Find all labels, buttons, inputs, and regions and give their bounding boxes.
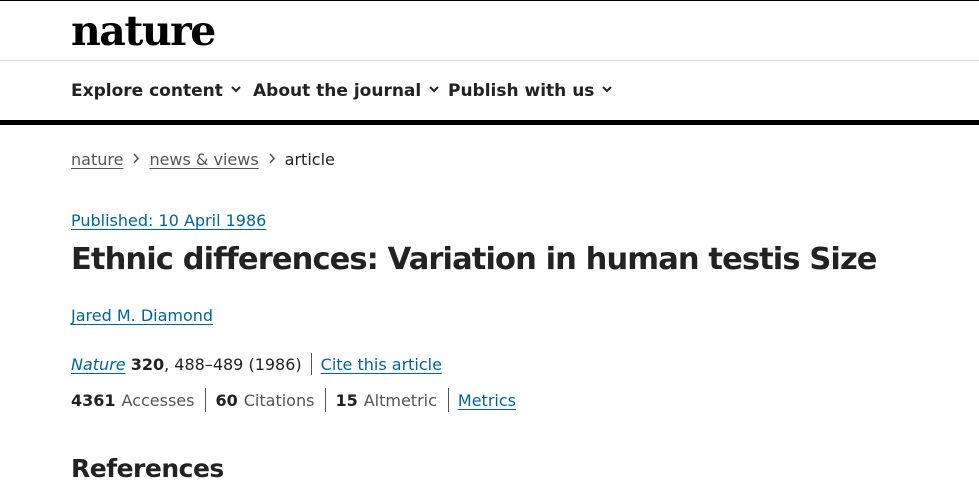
journal-link[interactable]: Nature [71, 355, 126, 374]
nav-about-the-journal-label: About the journal [253, 81, 422, 101]
article-title: Ethnic differences: Variation in human t… [71, 242, 877, 277]
citation-line: Nature 320, 488–489 (1986) Cite this arti… [71, 353, 442, 377]
chevron-right-icon [268, 148, 276, 170]
chevron-down-icon [429, 84, 439, 94]
nav-about-the-journal[interactable]: About the journal [253, 80, 439, 102]
citations-count: 60 [215, 391, 238, 410]
nav-explore-content[interactable]: Explore content [71, 80, 241, 102]
altmetric-label: Altmetric [363, 391, 437, 410]
references-heading: References [71, 454, 224, 483]
chevron-down-icon [231, 84, 241, 94]
nav-publish-with-us[interactable]: Publish with us [448, 80, 613, 102]
breadcrumb-link-nature[interactable]: nature [71, 150, 123, 169]
divider [325, 388, 327, 412]
nav-publish-with-us-label: Publish with us [448, 81, 595, 101]
header-divider [0, 120, 979, 125]
divider [310, 353, 312, 375]
breadcrumb-current: article [284, 150, 335, 169]
cite-this-article-link[interactable]: Cite this article [321, 355, 442, 374]
main-navigation: Explore content About the journal Publis… [0, 61, 979, 120]
author-link[interactable]: Jared M. Diamond [71, 305, 213, 327]
nav-explore-content-label: Explore content [71, 81, 223, 101]
article-metrics: 4361 Accesses 60 Citations 15 Altmetric Metric… [71, 388, 516, 413]
nature-logo[interactable]: nature [71, 7, 216, 55]
altmetric-score: 15 [335, 391, 358, 410]
volume-number: 320 [130, 355, 165, 374]
published-date-link[interactable]: Published: 10 April 1986 [71, 210, 266, 232]
page-range: , 488–489 (1986) [164, 355, 302, 374]
accesses-count: 4361 [71, 391, 116, 410]
divider [447, 388, 449, 412]
breadcrumb-link-news-views[interactable]: news & views [149, 150, 258, 169]
breadcrumb: nature news & views article [71, 148, 335, 170]
chevron-down-icon [602, 84, 613, 94]
logo-bar: nature [0, 1, 979, 61]
metrics-link[interactable]: Metrics [458, 391, 516, 410]
citations-label: Citations [243, 391, 315, 410]
divider [205, 388, 207, 412]
chevron-right-icon [132, 148, 140, 170]
accesses-label: Accesses [121, 391, 195, 410]
